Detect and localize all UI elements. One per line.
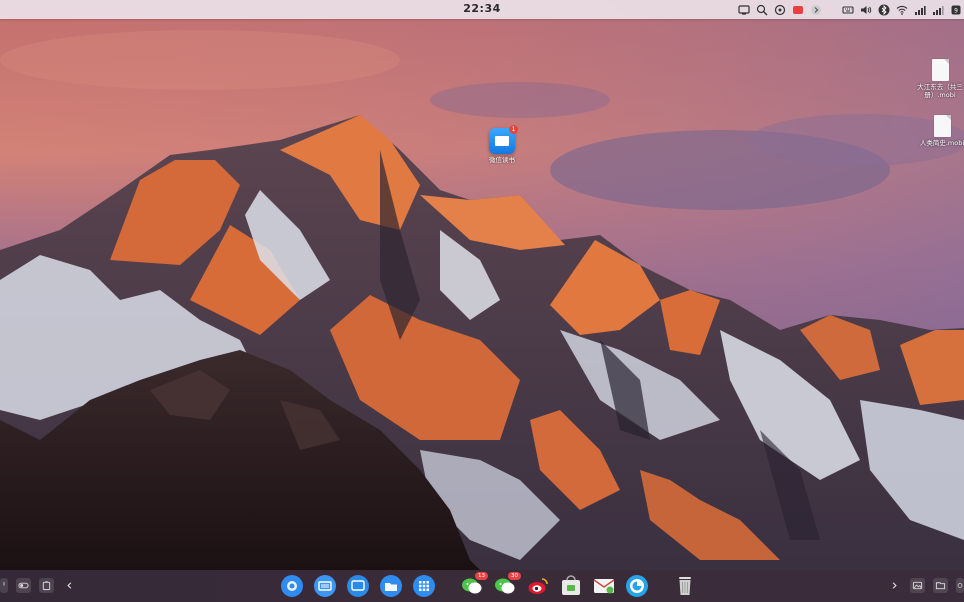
chevron-right-icon[interactable] [887,578,902,593]
desktop-icon-label: 微信读书 [489,156,515,164]
app-grid-icon[interactable] [412,574,436,598]
weread-icon: 1 [489,125,518,154]
search-icon[interactable] [756,4,768,16]
desktop-wallpaper [0,0,964,602]
svg-text:9: 9 [954,7,958,14]
desktop-icon-label: 人类简史.mobi [919,139,964,147]
desktop-icon-renlei-mobi[interactable]: 人类简史.mobi [914,115,964,147]
screencast-icon[interactable] [738,4,750,16]
desktop-icon[interactable] [346,574,370,598]
notification-badge: 13 [475,572,488,580]
launcher-icon[interactable] [280,574,304,598]
dock: 13 30 [0,570,964,602]
bluetooth-icon[interactable] [878,4,890,16]
desktop-icon-dajiang-mobi[interactable]: 大江东去（共三册）.mobi [912,59,964,99]
multitask-icon[interactable] [313,574,337,598]
folder-icon[interactable] [379,574,403,598]
top-panel: 22:34 9 [0,0,964,19]
dock-right-tray [887,578,964,593]
dock-apps: 13 30 [280,572,697,598]
clock[interactable]: 22:34 [463,2,501,15]
notification-icon[interactable]: 9 [950,4,962,16]
store-icon[interactable] [559,574,583,598]
desktop-icon-weread[interactable]: 1 微信读书 [474,125,530,164]
wechat-icon[interactable]: 30 [493,572,521,598]
record-icon[interactable] [792,4,804,16]
clipboard-icon[interactable] [39,578,54,593]
volume-icon[interactable] [860,4,872,16]
wechat-icon[interactable]: 13 [460,572,488,598]
file-icon [933,115,951,137]
toggle-icon[interactable] [16,578,31,593]
notification-badge: 1 [509,125,518,134]
chevron-left-icon[interactable] [62,578,77,593]
power-icon[interactable] [0,578,8,593]
network-monitor-icon[interactable] [774,4,786,16]
weibo-icon[interactable] [526,574,550,598]
trash-icon[interactable] [673,574,697,598]
desktop-icon-label: 大江东去（共三册）.mobi [917,83,963,99]
mail-icon[interactable] [592,574,616,598]
browser-icon[interactable] [625,574,649,598]
signal-2-icon[interactable] [932,4,944,16]
chevron-right-icon[interactable] [810,4,822,16]
settings-icon[interactable] [956,578,964,593]
image-icon[interactable] [910,578,925,593]
system-tray: 9 [738,2,962,17]
dock-left-tray [0,578,77,593]
signal-icon[interactable] [914,4,926,16]
file-icon [931,59,949,81]
notification-badge: 30 [508,572,521,580]
keyboard-icon[interactable] [842,4,854,16]
folder-icon[interactable] [933,578,948,593]
wifi-icon[interactable] [896,4,908,16]
